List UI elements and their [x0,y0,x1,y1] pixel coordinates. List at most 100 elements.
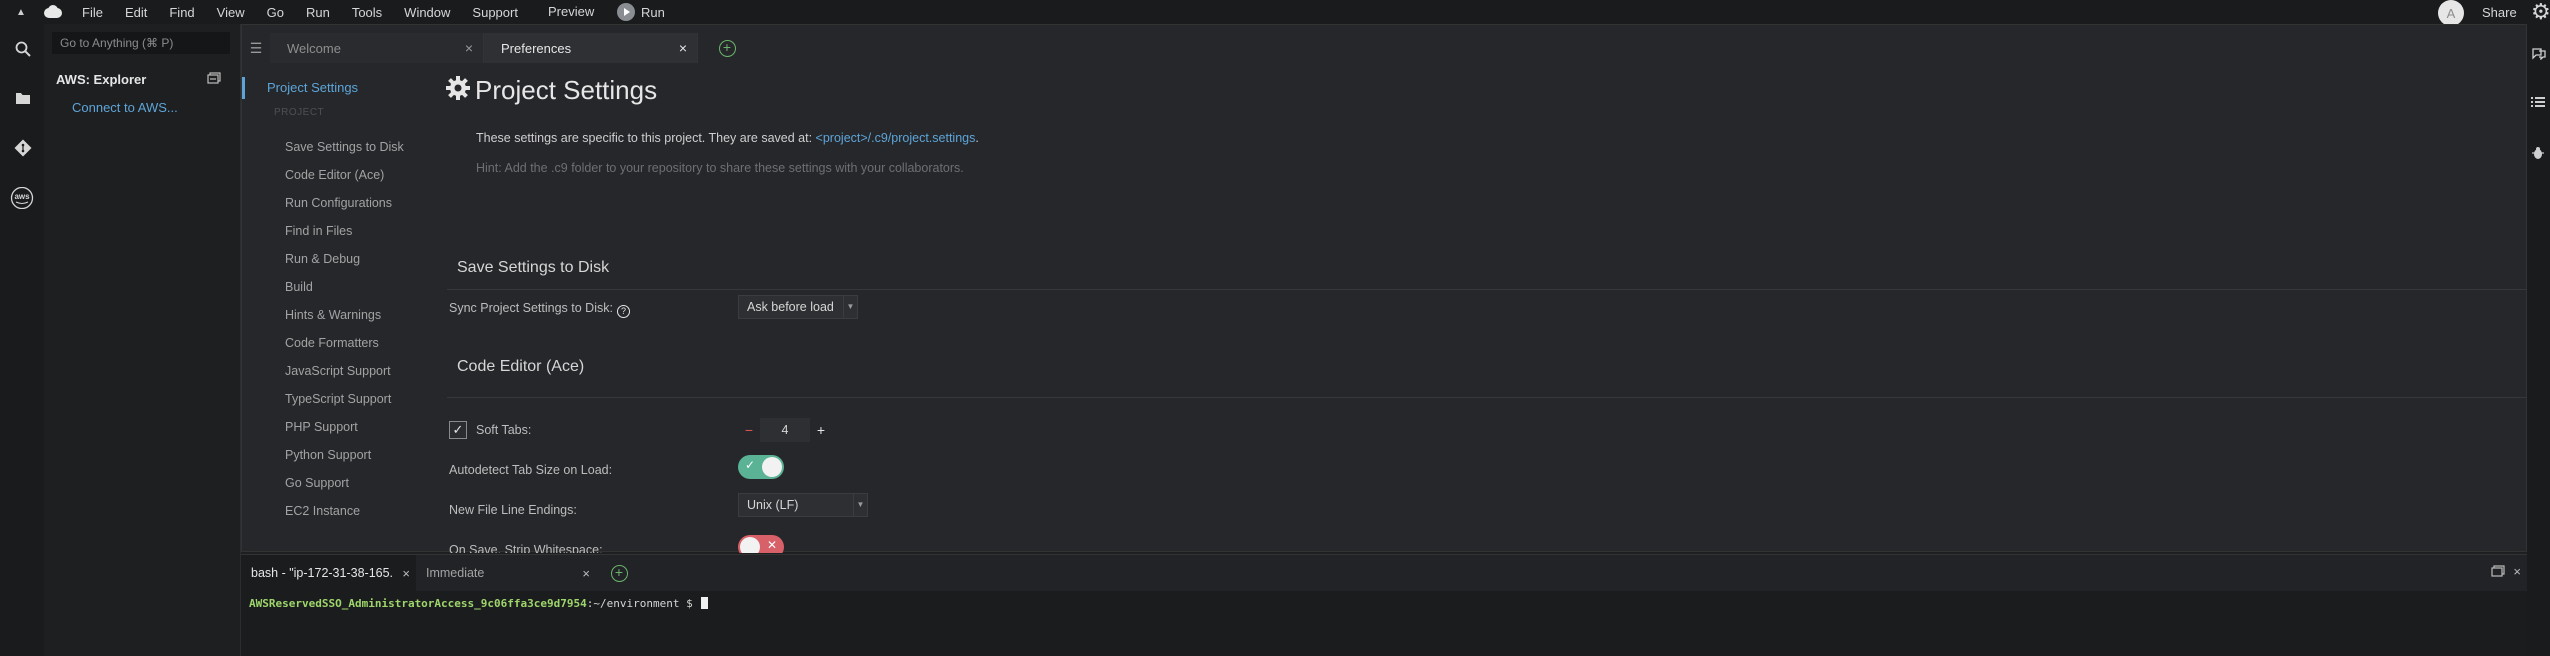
search-icon[interactable] [12,38,34,60]
menu-view[interactable]: View [217,5,245,20]
connect-to-aws-link[interactable]: Connect to AWS... [72,100,178,115]
decrement-button[interactable]: − [738,418,760,442]
nav-javascript-support[interactable]: JavaScript Support [285,364,391,378]
sync-settings-value: Ask before load [747,300,834,314]
nav-ec2-instance[interactable]: EC2 Instance [285,504,360,518]
git-icon[interactable] [12,137,34,159]
nav-build[interactable]: Build [285,280,313,294]
soft-tabs-label: Soft Tabs: [476,423,532,437]
sync-settings-dropdown[interactable]: Ask before load ▼ [738,295,858,319]
terminal-tab-bar: bash - "ip-172-31-38-165. × Immediate × … [241,555,2527,591]
menu-window[interactable]: Window [404,5,450,20]
debugger-icon[interactable] [2531,146,2547,162]
increment-button[interactable]: + [810,418,832,442]
line-endings-dropdown[interactable]: Unix (LF) ▼ [738,493,868,517]
run-button[interactable]: Run [617,3,665,21]
tab-preferences[interactable]: Preferences × [484,33,698,63]
tab-label: Immediate [426,566,485,580]
settings-path-link[interactable]: <project>/.c9/project.settings [816,131,976,145]
tab-bash[interactable]: bash - "ip-172-31-38-165. × [241,555,416,591]
maximize-panel-icon[interactable] [2491,565,2505,577]
prompt-user: AWSReservedSSO_AdministratorAccess_9c06f… [249,597,587,610]
preview-button[interactable]: Preview [548,4,594,19]
sync-settings-label-text: Sync Project Settings to Disk: [449,301,613,315]
description-text: These settings are specific to this proj… [476,131,813,145]
sync-settings-label: Sync Project Settings to Disk:? [449,301,630,318]
menu-go[interactable]: Go [267,5,284,20]
gear-icon[interactable]: ⚙ [2531,1,2550,23]
description-suffix: . [975,131,979,145]
explorer-title: AWS: Explorer [56,72,147,87]
nav-python-support[interactable]: Python Support [285,448,371,462]
nav-hints-warnings[interactable]: Hints & Warnings [285,308,381,322]
avatar[interactable]: A [2438,0,2464,26]
menu-bar: ▲ File Edit Find View Go Run Tools Windo… [0,0,2550,26]
check-icon: ✓ [745,458,756,472]
autodetect-tab-toggle[interactable]: ✓ [738,455,784,479]
line-endings-label: New File Line Endings: [449,503,577,517]
collapse-all-icon[interactable] [207,72,221,84]
tab-immediate[interactable]: Immediate × [416,555,596,591]
tab-size-value[interactable]: 4 [760,418,810,442]
strip-whitespace-toggle[interactable]: ✕ [738,535,784,553]
menu-run[interactable]: Run [306,5,330,20]
new-terminal-button[interactable]: + [608,555,630,591]
nav-project-settings[interactable]: Project Settings [242,77,417,99]
settings-content: Project Settings These settings are spec… [419,69,2528,553]
settings-gear-icon [445,75,471,101]
toggle-knob [762,457,782,477]
new-tab-button[interactable]: + [716,33,738,63]
divider [447,397,2527,398]
close-icon[interactable]: × [402,566,410,581]
menu-edit[interactable]: Edit [125,5,147,20]
strip-whitespace-label: On Save, Strip Whitespace: [449,543,603,553]
collapse-caret-icon[interactable]: ▲ [16,7,32,18]
settings-hint: Hint: Add the .c9 folder to your reposit… [476,161,964,175]
soft-tabs-checkbox[interactable]: ✓ [449,421,467,439]
close-icon[interactable]: × [465,40,473,56]
cloud9-logo-icon[interactable] [42,5,64,19]
terminal-panel: bash - "ip-172-31-38-165. × Immediate × … [241,554,2527,656]
tab-label: Welcome [287,40,341,56]
nav-code-editor[interactable]: Code Editor (Ace) [285,168,384,182]
divider [447,289,2527,290]
line-endings-value: Unix (LF) [747,498,799,512]
autodetect-tab-label: Autodetect Tab Size on Load: [449,463,613,477]
hamburger-menu-icon[interactable]: ☰ [242,33,270,63]
goto-anything-input[interactable] [52,32,230,54]
nav-find-in-files[interactable]: Find in Files [285,224,352,238]
menu-support[interactable]: Support [472,5,518,20]
menu-tools[interactable]: Tools [352,5,382,20]
nav-run-configurations[interactable]: Run Configurations [285,196,392,210]
help-icon[interactable]: ? [616,305,630,318]
nav-typescript-support[interactable]: TypeScript Support [285,392,391,406]
folder-icon[interactable] [12,87,34,109]
nav-go-support[interactable]: Go Support [285,476,349,490]
aws-explorer-panel: AWS: Explorer Connect to AWS... [44,24,241,656]
collaborate-icon[interactable] [2531,46,2547,62]
plus-circle-icon: + [718,39,736,57]
section-save-settings: Save Settings to Disk [457,259,610,276]
nav-php-support[interactable]: PHP Support [285,420,358,434]
settings-description: These settings are specific to this proj… [476,131,979,145]
nav-save-settings[interactable]: Save Settings to Disk [285,140,404,154]
terminal-prompt[interactable]: AWSReservedSSO_AdministratorAccess_9c06f… [249,597,709,610]
close-icon[interactable]: × [679,40,687,56]
section-code-editor: Code Editor (Ace) [457,358,585,375]
right-sidebar [2527,24,2550,656]
menu-find[interactable]: Find [169,5,194,20]
close-panel-icon[interactable]: × [2513,564,2521,579]
menu-file[interactable]: File [82,5,103,20]
close-icon[interactable]: × [582,566,590,581]
activity-bar: aws [0,24,44,656]
svg-text:aws: aws [14,192,30,201]
share-button[interactable]: Share [2482,5,2517,20]
nav-run-debug[interactable]: Run & Debug [285,252,360,266]
tab-welcome[interactable]: Welcome × [270,33,484,63]
main-menu: File Edit Find View Go Run Tools Window … [82,5,518,20]
nav-code-formatters[interactable]: Code Formatters [285,336,379,350]
outline-icon[interactable] [2531,96,2547,112]
aws-icon[interactable]: aws [9,187,35,209]
terminal-cursor [701,597,709,609]
play-icon [617,3,635,21]
